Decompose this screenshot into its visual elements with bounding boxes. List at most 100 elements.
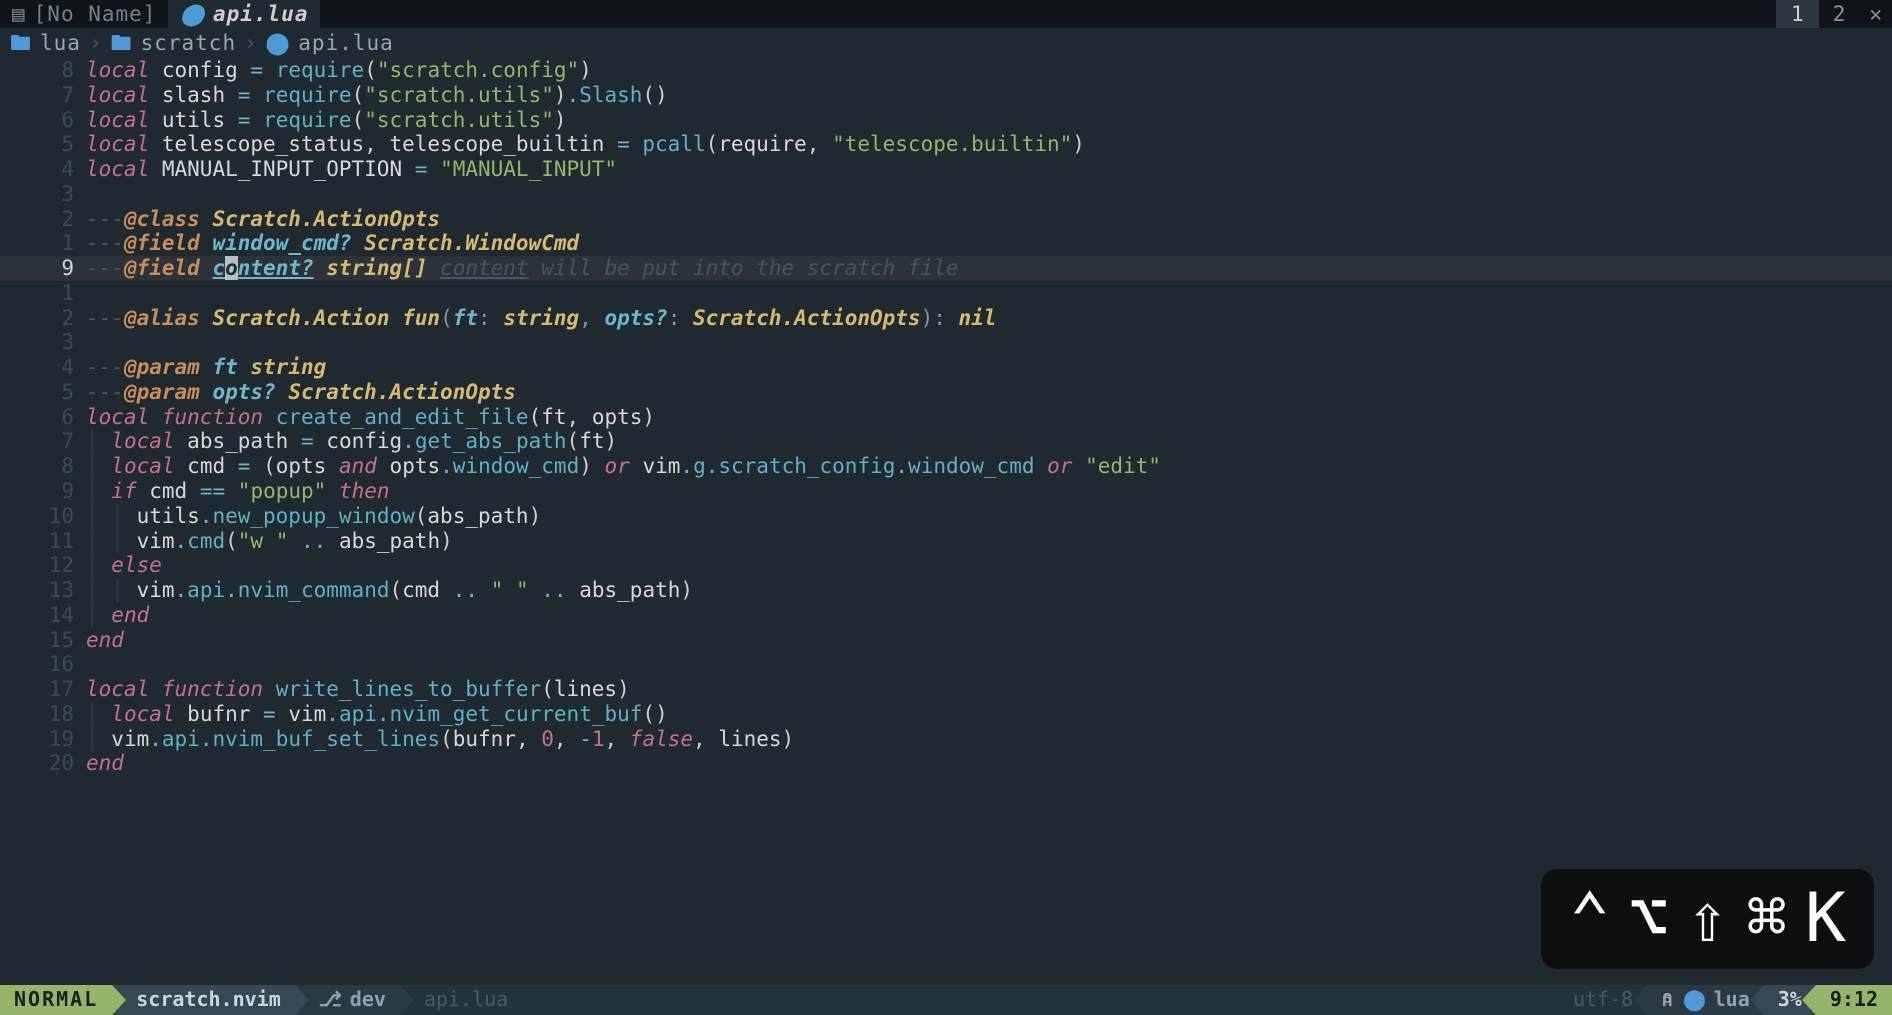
code-content[interactable] [86, 652, 1892, 677]
code-line[interactable]: 1---@field window_cmd? Scratch.WindowCmd [0, 231, 1892, 256]
code-line[interactable]: 7local slash = require("scratch.utils").… [0, 83, 1892, 108]
code-content[interactable]: │ vim.api.nvim_buf_set_lines(bufnr, 0, -… [86, 727, 1892, 752]
tab-label: [No Name] [34, 2, 157, 27]
code-line[interactable]: 16 [0, 652, 1892, 677]
statusline-filetype: ⍝ ⬤ lua [1647, 985, 1764, 1015]
line-number: 16 [0, 652, 86, 677]
code-line[interactable]: 3 [0, 330, 1892, 355]
code-line[interactable]: 7│ local abs_path = config.get_abs_path(… [0, 429, 1892, 454]
code-content[interactable] [86, 281, 1892, 306]
code-content[interactable]: │ local abs_path = config.get_abs_path(f… [86, 429, 1892, 454]
code-line[interactable]: 17local function write_lines_to_buffer(l… [0, 677, 1892, 702]
statusline-mode: NORMAL [0, 985, 112, 1015]
close-icon[interactable]: ✕ [1859, 0, 1892, 28]
breadcrumb-segment[interactable]: lua [40, 31, 81, 56]
code-content[interactable]: ---@param ft string [86, 355, 1892, 380]
code-line[interactable]: 4local MANUAL_INPUT_OPTION = "MANUAL_INP… [0, 157, 1892, 182]
code-content[interactable]: ---@field window_cmd? Scratch.WindowCmd [86, 231, 1892, 256]
code-content[interactable]: │ local cmd = (opts and opts.window_cmd)… [86, 454, 1892, 479]
line-number: 17 [0, 677, 86, 702]
line-number: 10 [0, 504, 86, 529]
code-line[interactable]: 13│ │ vim.api.nvim_command(cmd .. " " ..… [0, 578, 1892, 603]
code-content[interactable]: local telescope_status, telescope_builti… [86, 132, 1892, 157]
code-line[interactable]: 4---@param ft string [0, 355, 1892, 380]
line-number: 2 [0, 207, 86, 232]
code-content[interactable]: │ │ vim.api.nvim_command(cmd .. " " .. a… [86, 578, 1892, 603]
tab-inactive[interactable]: ▤ [No Name] [0, 0, 168, 28]
code-line[interactable]: 9---@field content? string[] content wil… [0, 256, 1892, 281]
chevron-right-icon: › [244, 31, 258, 56]
code-content[interactable]: local config = require("scratch.config") [86, 58, 1892, 83]
code-line[interactable]: 8│ local cmd = (opts and opts.window_cmd… [0, 454, 1892, 479]
tabline-right: 1 2 ✕ [1776, 0, 1892, 28]
tab-active[interactable]: ⬤ api.lua [168, 0, 320, 28]
line-number: 8 [0, 58, 86, 83]
shift-icon: ⇧ [1687, 879, 1746, 959]
code-line[interactable]: 2---@class Scratch.ActionOpts [0, 207, 1892, 232]
code-line[interactable]: 1 [0, 281, 1892, 306]
git-branch-icon: ⎇ [319, 988, 342, 1012]
code-line[interactable]: 12│ else [0, 553, 1892, 578]
code-line[interactable]: 6local function create_and_edit_file(ft,… [0, 405, 1892, 430]
code-content[interactable]: local MANUAL_INPUT_OPTION = "MANUAL_INPU… [86, 157, 1892, 182]
line-number: 1 [0, 231, 86, 256]
line-number: 3 [0, 330, 86, 355]
code-line[interactable]: 14│ end [0, 603, 1892, 628]
command-icon: ⌘ [1746, 879, 1805, 959]
line-number: 15 [0, 628, 86, 653]
code-line[interactable]: 18│ local bufnr = vim.api.nvim_get_curre… [0, 702, 1892, 727]
code-content[interactable]: end [86, 751, 1892, 776]
code-line[interactable]: 3 [0, 182, 1892, 207]
code-content[interactable] [86, 182, 1892, 207]
line-number: 9 [0, 256, 86, 281]
code-content[interactable]: │ if cmd == "popup" then [86, 479, 1892, 504]
tabpage-2[interactable]: 2 [1818, 0, 1860, 28]
code-content[interactable]: local utils = require("scratch.utils") [86, 108, 1892, 133]
code-line[interactable]: 5local telescope_status, telescope_built… [0, 132, 1892, 157]
code-content[interactable]: │ end [86, 603, 1892, 628]
breadcrumb-segment[interactable]: scratch [141, 31, 237, 56]
code-line[interactable]: 15end [0, 628, 1892, 653]
code-line[interactable]: 6local utils = require("scratch.utils") [0, 108, 1892, 133]
code-content[interactable]: │ else [86, 553, 1892, 578]
statusline-filename: api.lua [400, 985, 522, 1015]
code-content[interactable]: ---@field content? string[] content will… [86, 256, 1892, 281]
code-line[interactable]: 11│ │ vim.cmd("w " .. abs_path) [0, 529, 1892, 554]
code-content[interactable]: │ │ utils.new_popup_window(abs_path) [86, 504, 1892, 529]
code-content[interactable]: │ │ vim.cmd("w " .. abs_path) [86, 529, 1892, 554]
statusline-position: 9:12 [1816, 985, 1892, 1015]
code-line[interactable]: 20end [0, 751, 1892, 776]
code-content[interactable]: ---@class Scratch.ActionOpts [86, 207, 1892, 232]
tabline: ▤ [No Name] ⬤ api.lua 1 2 ✕ [0, 0, 1892, 28]
code-content[interactable]: local function create_and_edit_file(ft, … [86, 405, 1892, 430]
line-number: 2 [0, 306, 86, 331]
code-content[interactable] [86, 330, 1892, 355]
code-content[interactable]: local function write_lines_to_buffer(lin… [86, 677, 1892, 702]
tabpage-1[interactable]: 1 [1776, 0, 1818, 28]
lua-icon: ⬤ [180, 2, 205, 27]
line-number: 8 [0, 454, 86, 479]
code-content[interactable]: ---@alias Scratch.Action fun(ft: string,… [86, 306, 1892, 331]
code-content[interactable]: end [86, 628, 1892, 653]
line-number: 13 [0, 578, 86, 603]
file-icon: ▤ [12, 2, 26, 27]
keycast-overlay: ⌃ ⌥ ⇧ ⌘ K [1541, 869, 1874, 969]
line-number: 20 [0, 751, 86, 776]
code-line[interactable]: 10│ │ utils.new_popup_window(abs_path) [0, 504, 1892, 529]
folder-icon: 🖿 [10, 31, 32, 56]
code-content[interactable]: local slash = require("scratch.utils").S… [86, 83, 1892, 108]
line-number: 14 [0, 603, 86, 628]
line-number: 4 [0, 157, 86, 182]
encoding: utf-8 [1573, 988, 1633, 1012]
editor-viewport[interactable]: 8local config = require("scratch.config"… [0, 58, 1892, 985]
code-line[interactable]: 2---@alias Scratch.Action fun(ft: string… [0, 306, 1892, 331]
code-line[interactable]: 5---@param opts? Scratch.ActionOpts [0, 380, 1892, 405]
breadcrumb-segment[interactable]: api.lua [298, 31, 394, 56]
filetype: lua [1714, 988, 1750, 1012]
code-content[interactable]: │ local bufnr = vim.api.nvim_get_current… [86, 702, 1892, 727]
line-number: 12 [0, 553, 86, 578]
code-line[interactable]: 19│ vim.api.nvim_buf_set_lines(bufnr, 0,… [0, 727, 1892, 752]
code-line[interactable]: 9│ if cmd == "popup" then [0, 479, 1892, 504]
code-content[interactable]: ---@param opts? Scratch.ActionOpts [86, 380, 1892, 405]
code-line[interactable]: 8local config = require("scratch.config"… [0, 58, 1892, 83]
